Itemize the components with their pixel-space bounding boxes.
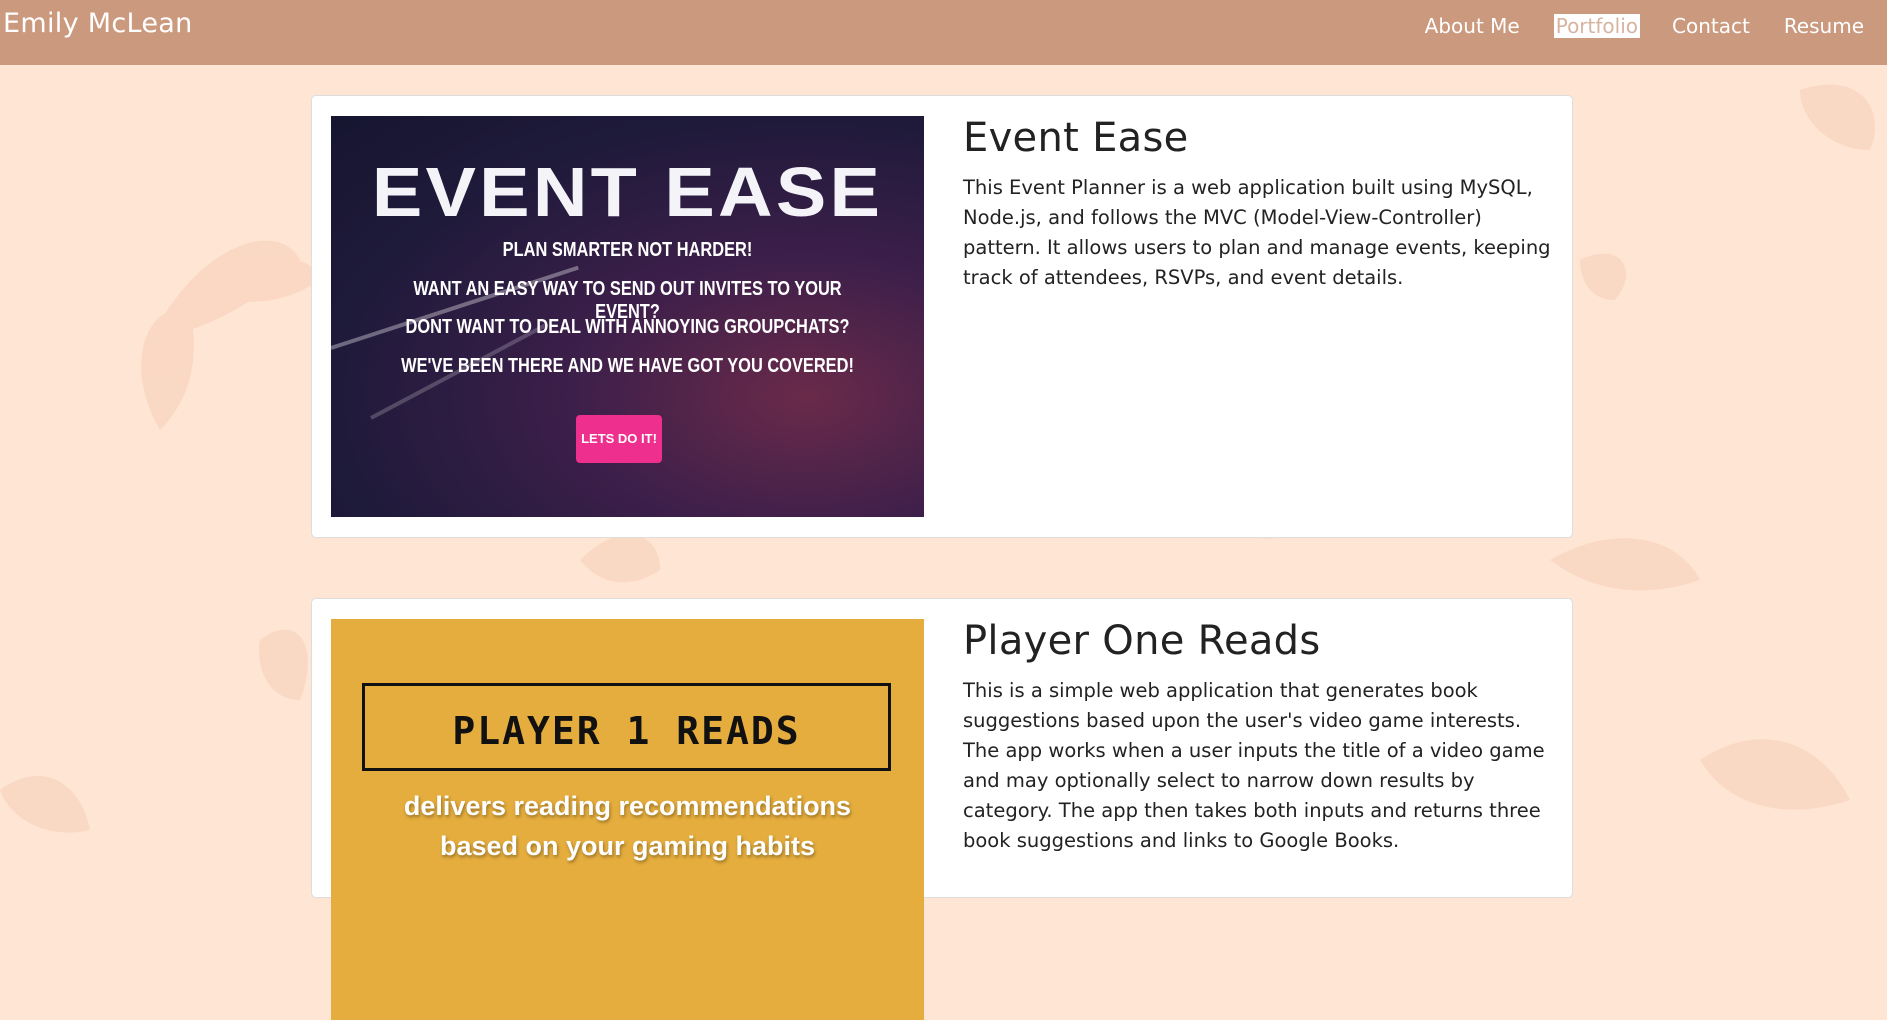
image-logo-text: PLAYER 1 READS [452,709,801,753]
project-title: Player One Reads [963,618,1321,664]
project-card-event-ease: EVENT EASE PLAN SMARTER NOT HARDER! WANT… [311,95,1573,538]
image-tagline: delivers reading recommendations [403,791,852,821]
project-description: This is a simple web application that ge… [963,679,1545,852]
project-title: Event Ease [963,115,1189,161]
image-logo-box: PLAYER 1 READS [362,683,891,771]
project-image-player-one-reads[interactable]: PLAYER 1 READS delivers reading recommen… [331,619,924,1020]
image-tagline-2: based on your gaming habits [439,831,816,861]
nav-link-contact[interactable]: Contact [1661,14,1761,38]
image-headline: EVENT EASE [371,153,884,231]
brand-logo[interactable]: Emily McLean [3,8,193,39]
image-line-3: DONT WANT TO DEAL WITH ANNOYING GROUPCHA… [405,316,850,338]
project-description: This Event Planner is a web application … [963,176,1551,289]
nav-links: About Me Portfolio Contact Resume [1414,14,1887,38]
image-cta-button: LETS DO IT! [576,415,662,463]
project-card-player-one-reads: PLAYER 1 READS delivers reading recommen… [311,598,1573,1020]
image-line-4: WE'VE BEEN THERE AND WE HAVE GOT YOU COV… [401,355,854,377]
project-image-event-ease[interactable]: EVENT EASE PLAN SMARTER NOT HARDER! WANT… [331,116,924,517]
image-line-1: PLAN SMARTER NOT HARDER! [502,239,753,261]
top-navbar: Emily McLean About Me Portfolio Contact … [0,0,1887,65]
nav-link-portfolio[interactable]: Portfolio [1553,14,1640,38]
nav-link-resume[interactable]: Resume [1773,14,1875,38]
nav-link-about-me[interactable]: About Me [1414,14,1531,38]
